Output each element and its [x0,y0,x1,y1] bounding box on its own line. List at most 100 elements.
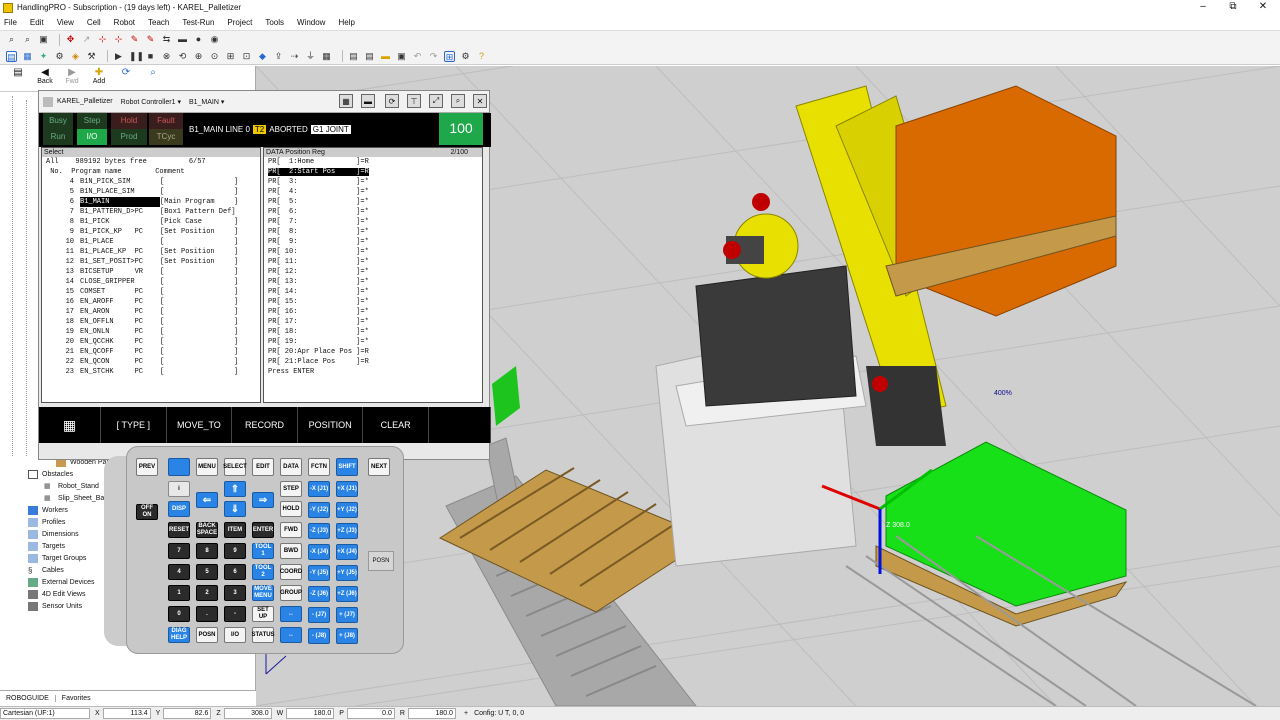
pr-row[interactable]: PR[ 8: ]=* [264,227,482,237]
plus-icon[interactable]: + [464,710,468,717]
down-arrow-icon[interactable]: ⇓ [224,501,246,517]
wire-icon[interactable]: ↗ [81,34,92,45]
program-row[interactable]: 18 EN_OFFLN PC [] [42,317,260,327]
minimize-button[interactable]: – [1186,0,1220,15]
pendant-icon[interactable]: ▤ [6,50,17,62]
pendant-display-icon[interactable]: ▬ [361,94,375,108]
program-row[interactable]: 19 EN_ONLN PC [] [42,327,260,337]
key-9[interactable]: 9 [224,543,246,559]
restore-button[interactable]: ⧉ [1216,0,1250,15]
key-plus-x-j1[interactable]: +X (J1) [336,481,358,497]
tool-icon[interactable]: ⚙ [54,51,65,62]
menu-view[interactable]: View [57,18,74,27]
fkey-move-to[interactable]: MOVE_TO [167,407,233,443]
open-icon[interactable]: ▬ [380,51,391,62]
key-fctn[interactable]: FCTN [308,458,330,476]
key-bwd[interactable]: BWD [280,543,302,559]
record-icon[interactable]: ● [193,34,204,45]
key-shift[interactable]: SHIFT [336,458,358,476]
list-icon[interactable]: ▤ [364,51,375,62]
menu-robot[interactable]: Robot [114,18,135,27]
program-row[interactable]: 7 B1_PATTERN_D>PC [Box1 Pattern Def] [42,207,260,217]
pr-row[interactable]: PR[ 3: ]=* [264,177,482,187]
left-arrow-icon[interactable]: ⇐ [196,492,218,508]
pr-row[interactable]: PR[ 9: ]=* [264,237,482,247]
menu-edit[interactable]: Edit [30,18,44,27]
key-off-on[interactable]: OFF ON [136,504,158,520]
fkey-position[interactable]: POSITION [298,407,364,443]
key-fwd[interactable]: FWD [280,522,302,538]
key-minus-x-j1[interactable]: -X (J1) [308,481,330,497]
key-setup[interactable]: SET UP [252,606,274,622]
key-plus-y-j5[interactable]: +Y (J5) [336,565,358,581]
select-icon[interactable]: ▦ [22,51,33,62]
save-icon[interactable]: ▣ [396,51,407,62]
key-8[interactable]: 8 [196,543,218,559]
fkey-blank[interactable] [429,407,491,443]
program-row[interactable]: 17 EN_ARON PC [] [42,307,260,317]
up-arrow-icon[interactable]: ⇑ [224,481,246,497]
key-backspace[interactable]: BACK SPACE [196,522,218,538]
key-disp[interactable]: DISP [168,501,190,517]
zoom-out-icon[interactable]: ⌕ [22,34,33,45]
grid-icon[interactable]: ▦ [321,51,332,62]
key-select[interactable]: SELECT [223,458,247,476]
program-row[interactable]: 8 B1_PICK [Pick Case] [42,217,260,227]
key-next[interactable]: NEXT [368,458,390,476]
key-plus-j8[interactable]: + (J8) [336,628,358,644]
speed-icon[interactable]: ⇢ [289,51,300,62]
key-plus-x-j4[interactable]: +X (J4) [336,544,358,560]
program-row[interactable]: 21 EN_QCOFF PC [] [42,347,260,357]
pause-icon[interactable]: ❚❚ [129,51,144,62]
program-row[interactable]: 23 EN_STCHK PC [] [42,367,260,377]
layout-icon[interactable]: ⊞ [444,50,455,62]
fwd-button[interactable]: ▶ Fwd [60,68,84,86]
key-minus-z-j3[interactable]: -Z (J3) [308,523,330,539]
pendant-refresh-icon[interactable]: ⟳ [385,94,399,108]
menu-project[interactable]: Project [227,18,252,27]
pr-row[interactable]: PR[ 7: ]=* [264,217,482,227]
key-tool2[interactable]: TOOL 2 [252,564,274,580]
pr-row[interactable]: PR[ 10: ]=* [264,247,482,257]
pr-row[interactable]: PR[ 18: ]=* [264,327,482,337]
key-step[interactable]: STEP [280,481,302,497]
move-icon[interactable]: ✥ [65,34,76,45]
cube-icon[interactable]: ◆ [257,51,268,62]
back-button[interactable]: ◀ Back [33,68,57,86]
key-minus-x-j4[interactable]: -X (J4) [308,544,330,560]
coord-frame-select[interactable]: Cartesian (UF:1) [0,708,90,719]
target-icon[interactable]: ⊹ [113,34,124,45]
key-2[interactable]: 2 [196,585,218,601]
menu-file[interactable]: File [4,18,17,27]
pr-row[interactable]: PR[ 19: ]=* [264,337,482,347]
key-plus-y-j2[interactable]: +Y (J2) [336,502,358,518]
settings-icon[interactable]: ⚙ [460,51,471,62]
help-icon[interactable]: ? [476,51,487,62]
undo-icon[interactable]: ↶ [412,51,423,62]
key-tool1[interactable]: TOOL 1 [252,543,274,559]
menu-help[interactable]: Help [338,18,354,27]
camera-icon[interactable]: ◉ [209,34,220,45]
pr-row[interactable]: PR[ 14: ]=* [264,287,482,297]
redo-icon[interactable]: ↷ [428,51,439,62]
pr-row[interactable]: PR[ 17: ]=* [264,317,482,327]
program-select[interactable]: B1_MAIN ▾ [189,98,224,106]
key-reset[interactable]: RESET [168,522,190,538]
key-minus-j7[interactable]: - (J7) [308,607,330,623]
key-hold[interactable]: HOLD [280,501,302,517]
key-coord[interactable]: COORD [280,564,302,580]
right-arrow-icon[interactable]: ⇒ [252,492,274,508]
io-icon[interactable]: ⊙ [209,51,220,62]
pendant-screen-icon[interactable]: ▦ [339,94,353,108]
key-diag-help[interactable]: DIAG HELP [168,627,190,643]
pendant-close-icon[interactable]: ✕ [473,94,487,108]
menu-tools[interactable]: Tools [265,18,284,27]
online-icon[interactable]: ⏚ [305,51,316,62]
pr-row[interactable]: PR[ 2:Start Pos ]=R [264,167,482,177]
controller-select[interactable]: Robot Controller1 ▾ [121,98,181,106]
p-field[interactable]: 0.0 [346,708,395,719]
key-edit[interactable]: EDIT [252,458,274,476]
y-field[interactable]: 82.6 [163,708,212,719]
key-minus[interactable]: - [224,606,246,622]
menu-window[interactable]: Window [297,18,325,27]
